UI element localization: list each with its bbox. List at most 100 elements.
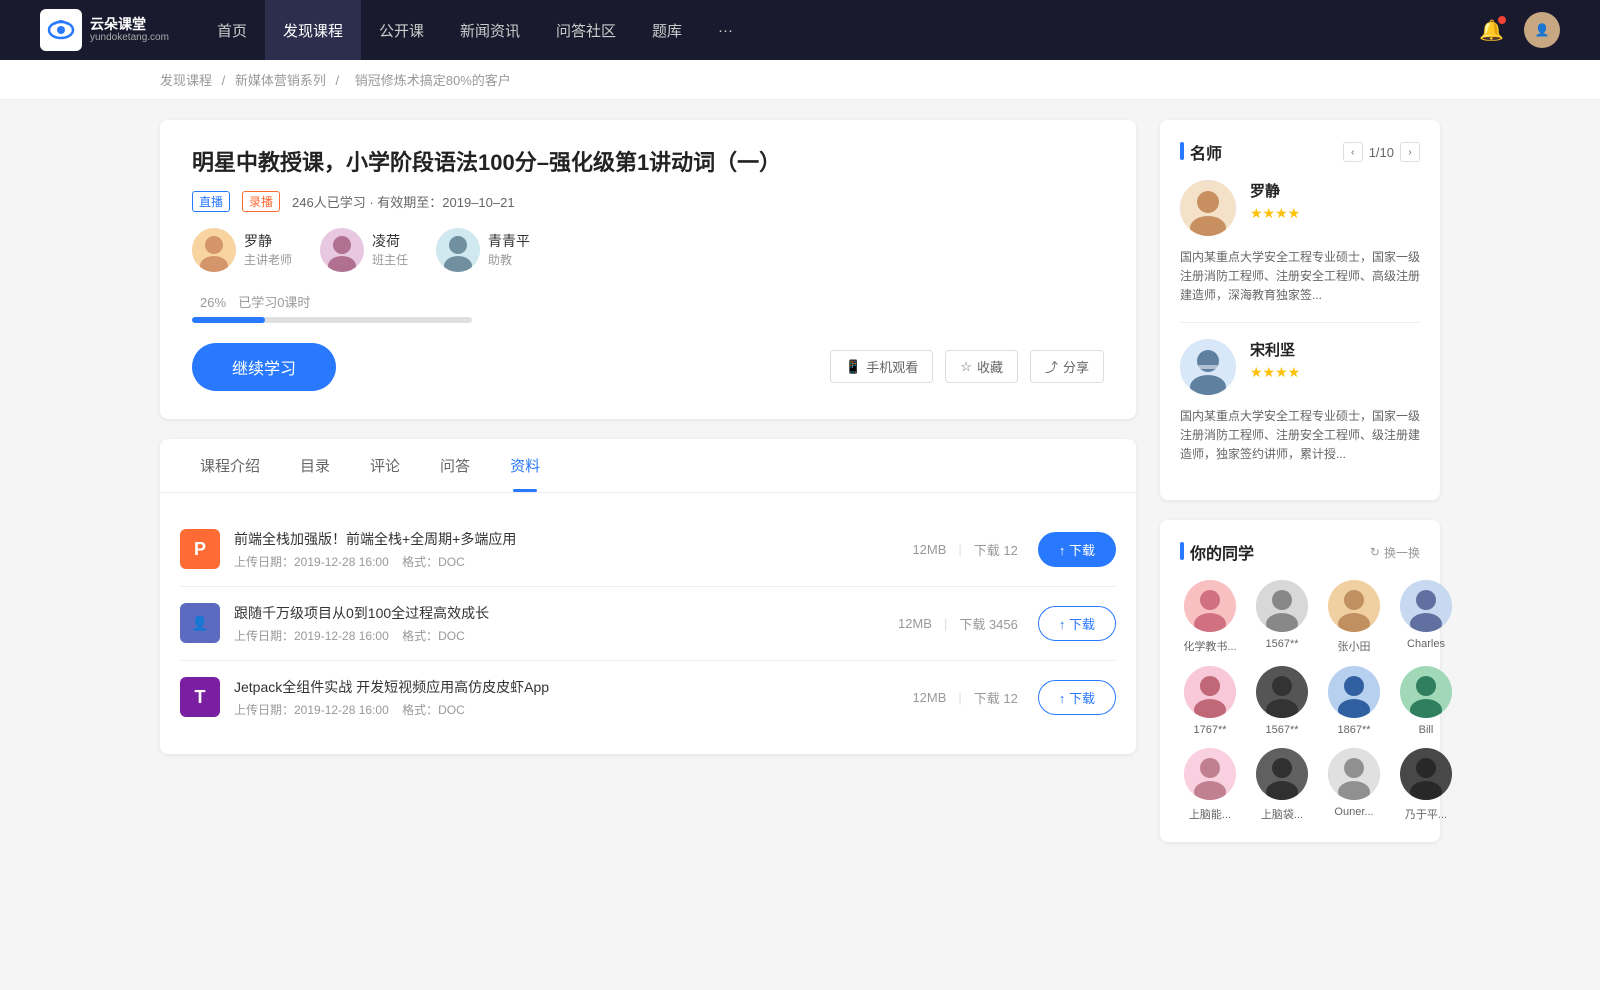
- file-size-0: 12MB: [912, 542, 946, 557]
- teacher-info-1: 凌荷 班主任: [372, 231, 408, 268]
- logo[interactable]: 云朵课堂 yundoketang.com: [40, 9, 169, 51]
- file-meta-1: 上传日期：2019-12-28 16:00 格式：DOC: [234, 627, 898, 644]
- teacher-pagination: ‹ 1/10 ›: [1343, 142, 1420, 162]
- continue-button[interactable]: 继续学习: [192, 343, 336, 391]
- classmate-avatar-3: [1400, 580, 1452, 632]
- classmate-name-7: Bill: [1396, 724, 1456, 736]
- file-meta-0: 上传日期：2019-12-28 16:00 格式：DOC: [234, 553, 912, 570]
- file-item-0: P 前端全栈加强版！前端全栈+全周期+多端应用 上传日期：2019-12-28 …: [180, 513, 1116, 587]
- action-buttons: 📱 手机观看 ☆ 收藏 ⤴ 分享: [830, 350, 1104, 383]
- sidebar-teacher-0: 罗静 ★★★★: [1180, 180, 1420, 236]
- teachers: 罗静 主讲老师 凌荷 班主任: [192, 228, 1104, 272]
- file-downloads-2: 下载 12: [974, 688, 1018, 707]
- share-label: 分享: [1063, 357, 1089, 376]
- classmate-item-1: 1567**: [1252, 580, 1312, 654]
- user-avatar-nav[interactable]: 👤: [1524, 12, 1560, 48]
- breadcrumb-item-discover[interactable]: 发现课程: [160, 73, 212, 88]
- classmate-item-8: 上脑能...: [1180, 748, 1240, 822]
- sidebar-teacher-info-0: 罗静 ★★★★: [1250, 180, 1300, 236]
- classmate-avatar-5: [1256, 666, 1308, 718]
- share-button[interactable]: ⤴ 分享: [1030, 350, 1104, 383]
- nav-right: 🔔 👤: [1479, 12, 1560, 48]
- classmate-name-1: 1567**: [1252, 638, 1312, 650]
- classmate-item-5: 1567**: [1252, 666, 1312, 736]
- download-button-0[interactable]: ↑ 下载: [1038, 532, 1116, 567]
- teacher-role-0: 主讲老师: [244, 251, 292, 268]
- tab-qa[interactable]: 问答: [420, 439, 490, 492]
- classmate-name-6: 1867**: [1324, 724, 1384, 736]
- teacher-info-2: 青青平 助教: [488, 231, 530, 268]
- progress-percent: 26%: [200, 295, 226, 310]
- progress-label: 26% 已学习0课时: [192, 292, 1104, 311]
- collect-button[interactable]: ☆ 收藏: [945, 350, 1018, 383]
- classmates-grid: 化学教书... 1567** 张小田: [1180, 580, 1420, 822]
- download-button-1[interactable]: ↑ 下载: [1038, 606, 1116, 641]
- tab-review[interactable]: 评论: [350, 439, 420, 492]
- progress-bar-wrap: [192, 317, 472, 323]
- breadcrumb-item-current: 销冠修炼术搞定80%的客户: [355, 73, 511, 88]
- sidebar-teacher-avatar-1: [1180, 339, 1236, 395]
- classmate-avatar-1: [1256, 580, 1308, 632]
- mobile-icon: 📱: [845, 359, 861, 375]
- main-container: 明星中教授课，小学阶段语法100分–强化级第1讲动词（一） 直播 录播 246人…: [120, 100, 1480, 882]
- file-info-1: 跟随千万级项目从0到100全过程高效成长 上传日期：2019-12-28 16:…: [234, 603, 898, 644]
- classmate-avatar-4: [1184, 666, 1236, 718]
- classmate-name-3: Charles: [1396, 638, 1456, 650]
- download-button-2[interactable]: ↑ 下载: [1038, 680, 1116, 715]
- tab-toc[interactable]: 目录: [280, 439, 350, 492]
- tabs-section: 课程介绍 目录 评论 问答 资料 P 前端全栈加强版！前端全栈+全周期+多端应用…: [160, 439, 1136, 754]
- sidebar-teacher-avatar-0: [1180, 180, 1236, 236]
- classmate-name-5: 1567**: [1252, 724, 1312, 736]
- classmates-header: 你的同学 ↻ 换一换: [1180, 540, 1420, 564]
- content-left: 明星中教授课，小学阶段语法100分–强化级第1讲动词（一） 直播 录播 246人…: [160, 120, 1136, 862]
- classmate-avatar-0: [1184, 580, 1236, 632]
- divider-0: [1180, 322, 1420, 323]
- file-size-1: 12MB: [898, 616, 932, 631]
- bell-icon[interactable]: 🔔: [1479, 18, 1504, 43]
- course-title: 明星中教授课，小学阶段语法100分–强化级第1讲动词（一）: [192, 148, 1104, 179]
- content-right: 名师 ‹ 1/10 › 罗静 ★★★★ 国内某重点大学安全工程专业硕士，国家一级…: [1160, 120, 1440, 862]
- mobile-view-button[interactable]: 📱 手机观看: [830, 350, 933, 383]
- classmate-name-8: 上脑能...: [1180, 806, 1240, 822]
- pag-next-button[interactable]: ›: [1400, 142, 1420, 162]
- refresh-label: 换一换: [1384, 544, 1420, 561]
- nav-item-qa[interactable]: 问答社区: [538, 0, 634, 60]
- classmate-item-11: 乃于平...: [1396, 748, 1456, 822]
- nav-item-open[interactable]: 公开课: [361, 0, 442, 60]
- progress-bar-fill: [192, 317, 265, 323]
- tab-intro[interactable]: 课程介绍: [180, 439, 280, 492]
- teacher-item-1: 凌荷 班主任: [320, 228, 408, 272]
- file-downloads-0: 下载 12: [974, 540, 1018, 559]
- pag-prev-button[interactable]: ‹: [1343, 142, 1363, 162]
- nav-item-news[interactable]: 新闻资讯: [442, 0, 538, 60]
- course-meta-text: 246人已学习 · 有效期至：2019–10–21: [292, 192, 515, 211]
- file-icon-0: P: [180, 529, 220, 569]
- classmate-item-4: 1767**: [1180, 666, 1240, 736]
- refresh-button[interactable]: ↻ 换一换: [1370, 544, 1420, 561]
- classmate-item-7: Bill: [1396, 666, 1456, 736]
- file-stats-0: 12MB | 下载 12: [912, 540, 1017, 559]
- teacher-name-2: 青青平: [488, 231, 530, 251]
- classmate-avatar-8: [1184, 748, 1236, 800]
- refresh-icon: ↻: [1370, 545, 1380, 559]
- nav-item-discover[interactable]: 发现课程: [265, 0, 361, 60]
- file-stats-1: 12MB | 下载 3456: [898, 614, 1018, 633]
- tag-rec: 录播: [242, 191, 280, 212]
- nav-item-home[interactable]: 首页: [199, 0, 265, 60]
- file-downloads-1: 下载 3456: [959, 614, 1018, 633]
- nav-item-more[interactable]: ···: [700, 0, 751, 60]
- nav-item-quiz[interactable]: 题库: [634, 0, 700, 60]
- file-name-2: Jetpack全组件实战 开发短视频应用高仿皮皮虾App: [234, 677, 912, 697]
- progress-section: 26% 已学习0课时: [192, 292, 1104, 323]
- teacher-role-2: 助教: [488, 251, 530, 268]
- breadcrumb-sep-1: /: [222, 73, 229, 88]
- breadcrumb-item-series[interactable]: 新媒体营销系列: [235, 73, 326, 88]
- tab-resources[interactable]: 资料: [490, 439, 560, 492]
- teacher-item-0: 罗静 主讲老师: [192, 228, 292, 272]
- teacher-avatar-0: [192, 228, 236, 272]
- teacher-name-1: 凌荷: [372, 231, 408, 251]
- notification-dot: [1498, 16, 1506, 24]
- sidebar-teacher-name-0: 罗静: [1250, 180, 1300, 201]
- teacher-item-2: 青青平 助教: [436, 228, 530, 272]
- file-item-2: T Jetpack全组件实战 开发短视频应用高仿皮皮虾App 上传日期：2019…: [180, 661, 1116, 734]
